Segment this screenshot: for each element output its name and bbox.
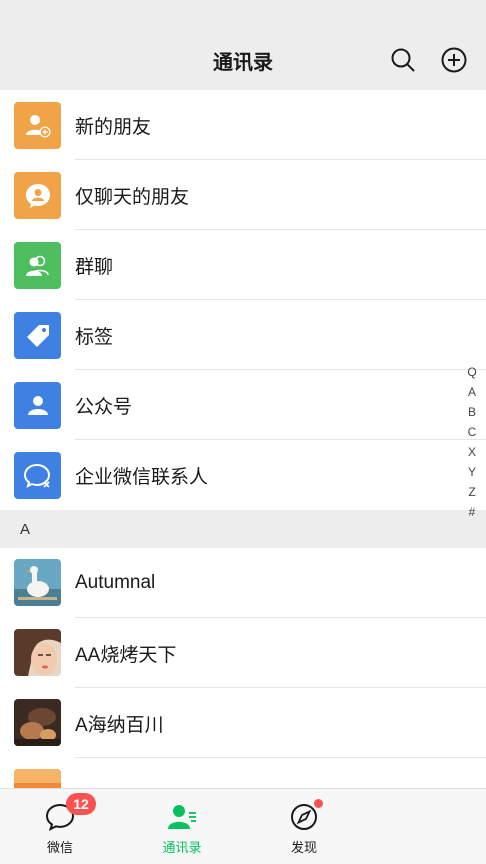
index-search[interactable]: Q xyxy=(462,362,482,382)
tag-icon xyxy=(14,312,61,359)
tags-label: 标签 xyxy=(75,326,114,348)
work-wechat-contacts-item[interactable]: 企业微信联系人 xyxy=(0,440,486,510)
index-letter[interactable]: C xyxy=(462,422,482,442)
contact-row-partial[interactable] xyxy=(0,758,486,788)
contact-row[interactable]: Autumnal xyxy=(0,548,486,618)
tags-item[interactable]: 标签 xyxy=(0,300,486,370)
search-button[interactable] xyxy=(388,45,418,75)
add-button[interactable] xyxy=(439,45,469,75)
contact-name: A海纳百川 xyxy=(75,714,164,736)
chat-only-friend-icon xyxy=(14,172,61,219)
chat-only-friends-label: 仅聊天的朋友 xyxy=(75,186,190,208)
search-icon xyxy=(391,48,415,72)
unread-badge: 12 xyxy=(66,793,96,815)
index-letter[interactable]: A xyxy=(462,382,482,402)
index-letter[interactable]: B xyxy=(462,402,482,422)
add-friend-icon xyxy=(14,102,61,149)
avatar xyxy=(14,559,61,606)
plus-circle-icon xyxy=(441,47,467,73)
bottom-tab-bar: 12 微信 通讯录 发现 xyxy=(0,788,486,864)
official-accounts-label: 公众号 xyxy=(75,396,133,418)
section-header-a: A xyxy=(0,510,486,548)
chat-only-friends-item[interactable]: 仅聊天的朋友 xyxy=(0,160,486,230)
new-friends-item[interactable]: 新的朋友 xyxy=(0,90,486,160)
index-letter[interactable]: Z xyxy=(462,482,482,502)
index-letter[interactable]: Y xyxy=(462,462,482,482)
contact-name: AA烧烤天下 xyxy=(75,644,177,666)
index-letter[interactable]: X xyxy=(462,442,482,462)
work-wechat-icon xyxy=(14,452,61,499)
official-account-icon xyxy=(14,382,61,429)
group-chats-item[interactable]: 群聊 xyxy=(0,230,486,300)
group-chats-label: 群聊 xyxy=(75,256,114,278)
tab-discover-label: 发现 xyxy=(290,840,317,855)
group-chat-icon xyxy=(14,242,61,289)
tab-chats-label: 微信 xyxy=(46,840,73,855)
index-hash[interactable]: # xyxy=(462,502,482,522)
contact-row[interactable]: AA烧烤天下 xyxy=(0,618,486,688)
new-dot-badge xyxy=(314,799,323,808)
official-accounts-item[interactable]: 公众号 xyxy=(0,370,486,440)
avatar xyxy=(14,699,61,746)
work-wechat-contacts-label: 企业微信联系人 xyxy=(75,466,209,488)
avatar xyxy=(14,769,61,788)
avatar xyxy=(14,629,61,676)
tab-discover[interactable]: 发现 xyxy=(244,789,364,864)
tab-contacts-label: 通讯录 xyxy=(162,840,202,855)
alphabet-index[interactable]: Q A B C X Y Z # xyxy=(462,362,482,522)
contact-row[interactable]: A海纳百川 xyxy=(0,688,486,758)
tab-contacts[interactable]: 通讯录 xyxy=(122,789,242,864)
new-friends-label: 新的朋友 xyxy=(75,116,152,138)
contacts-icon xyxy=(168,805,196,829)
contact-name: Autumnal xyxy=(75,572,156,593)
tab-chats[interactable]: 12 微信 xyxy=(0,789,120,864)
contacts-list: 新的朋友 仅聊天的朋友 群聊 标签 公众号 企业微信联系人 A Autumnal… xyxy=(0,90,486,788)
top-bar: 通讯录 xyxy=(0,0,486,90)
